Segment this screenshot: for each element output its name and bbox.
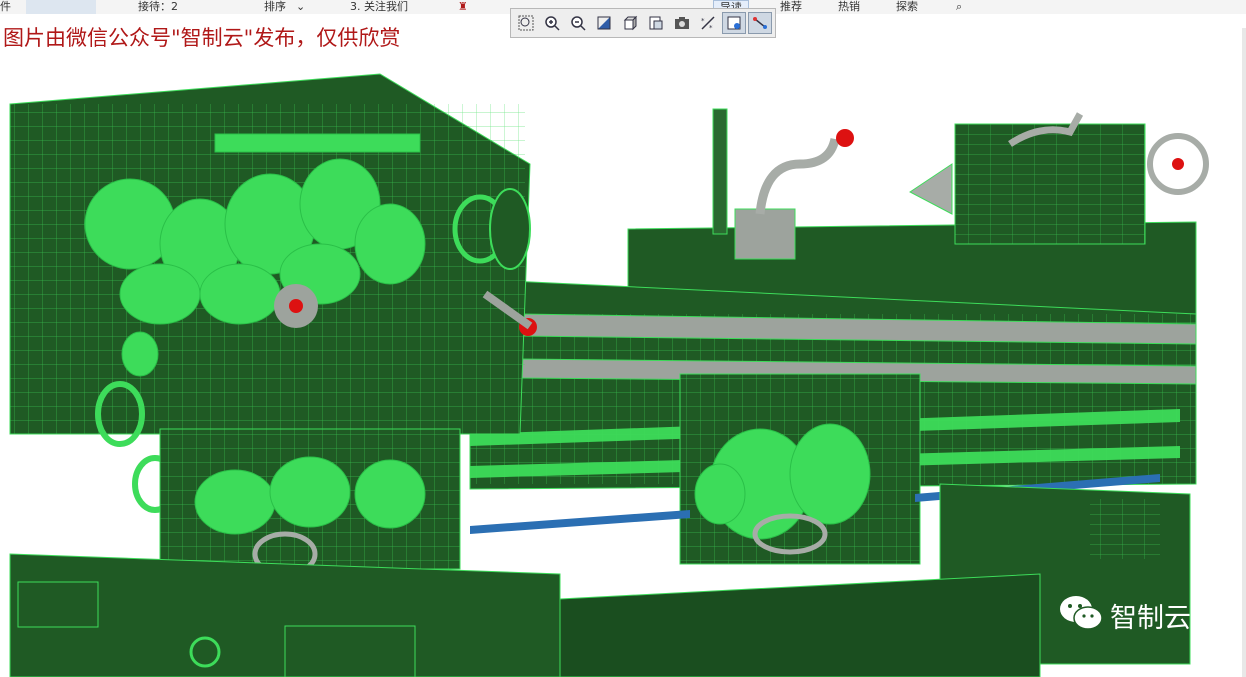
view-cube-icon[interactable] bbox=[618, 12, 642, 34]
tool-post bbox=[734, 208, 796, 260]
lead-screw bbox=[470, 510, 690, 534]
wechat-brand: 智制云 bbox=[1058, 594, 1191, 636]
search-icon[interactable]: ⌕ bbox=[956, 0, 962, 14]
tab-explore[interactable]: 探索 bbox=[896, 0, 918, 14]
cad-viewport[interactable] bbox=[0, 14, 1246, 677]
top-bar-sort[interactable]: 排序 bbox=[264, 0, 286, 14]
top-bar-follow-us[interactable]: 3. 关注我们 bbox=[350, 0, 408, 14]
svg-text:*: * bbox=[701, 17, 705, 25]
vertical-rod bbox=[712, 108, 728, 235]
tab-hot[interactable]: 热销 bbox=[838, 0, 860, 14]
red-knob bbox=[836, 129, 854, 147]
datum-toggle-icon[interactable]: * * bbox=[696, 12, 720, 34]
saved-views-icon[interactable] bbox=[644, 12, 668, 34]
annotation-display-icon[interactable] bbox=[748, 12, 772, 34]
brand-text: 智制云 bbox=[1110, 602, 1191, 634]
top-bar-item[interactable]: 件 bbox=[0, 0, 11, 14]
spin-center-icon[interactable] bbox=[722, 12, 746, 34]
top-bar-highlight bbox=[26, 0, 96, 14]
shaded-display-icon[interactable] bbox=[592, 12, 616, 34]
tab-recommend[interactable]: 推荐 bbox=[780, 0, 802, 14]
lathe-3d-model[interactable] bbox=[0, 14, 1246, 677]
top-bar-reception[interactable]: 接待：2 bbox=[138, 0, 178, 14]
view-toolbar: * * bbox=[510, 8, 776, 38]
window-right-edge bbox=[1242, 28, 1246, 677]
logo-icon: ♜ bbox=[458, 0, 468, 13]
zoom-out-icon[interactable] bbox=[566, 12, 590, 34]
chevron-down-icon[interactable]: ⌄ bbox=[296, 0, 305, 14]
base-foot bbox=[17, 581, 99, 628]
zoom-in-icon[interactable] bbox=[540, 12, 564, 34]
tailstock-center bbox=[909, 163, 953, 215]
screenshot-icon[interactable] bbox=[670, 12, 694, 34]
zoom-window-icon[interactable] bbox=[514, 12, 538, 34]
watermark-text: 图片由微信公众号"智制云"发布，仅供欣赏 bbox=[3, 26, 401, 50]
wechat-icon bbox=[1058, 594, 1104, 636]
svg-text:*: * bbox=[709, 24, 713, 31]
